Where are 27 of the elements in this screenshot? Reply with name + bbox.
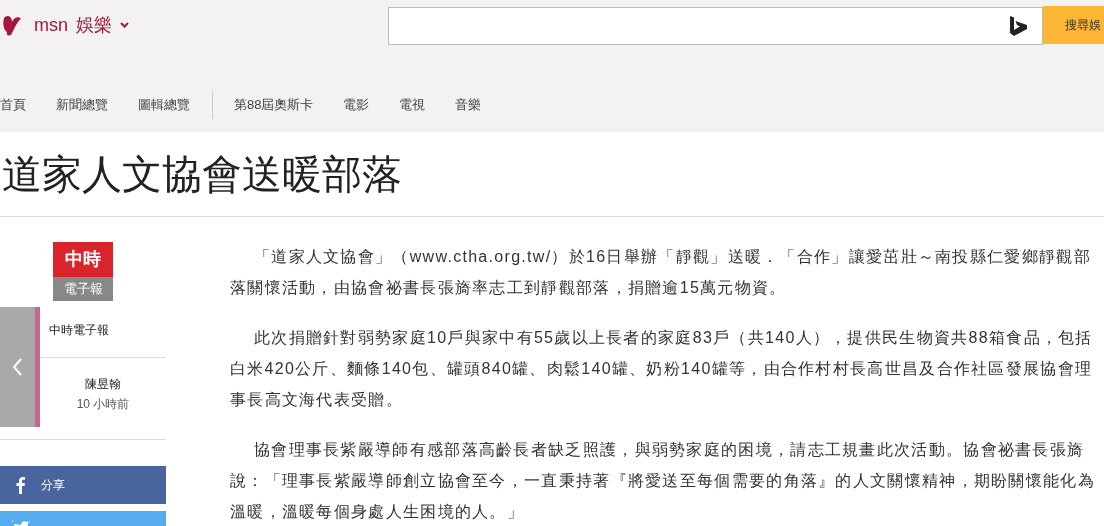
source-name: 中時電子報 [49, 322, 110, 339]
nav-link[interactable]: 首頁 [0, 95, 26, 115]
nav-link[interactable]: 第88屆奧斯卡 [234, 95, 314, 115]
tweet-button[interactable] [0, 511, 166, 526]
butterfly-logo-icon [2, 14, 22, 38]
share-button[interactable]: 分享 [0, 466, 166, 504]
article-paragraph: 此次捐贈針對弱勢家庭10戶與家中有55歲以上長者的家庭83戶（共140人），提供民生物資共88箱食品，包括白米420公斤、麵條140包、罐頭840罐、肉鬆140罐、奶粉140罐等，由合作村村長高世昌及合作社區發展協會理事長高文海代表受贈。 [230, 328, 1094, 410]
author-name: 陳昱翰 [84, 376, 122, 393]
source-logo: 中時 電子報 [53, 242, 113, 301]
nav-link[interactable]: 新聞總覽 [56, 95, 108, 115]
chevron-down-icon [120, 22, 129, 28]
article-paragraph: 協會理事長紫嚴導師有感部落高齡長者缺乏照護，與弱勢家庭的困境，請志工規畫此次活動。協會祕書長張旖說：「理事長紫嚴導師創立協會至今，一直秉持著『將愛送至每個需要的角落』的人文關懷精神，期盼關懷能化為溫暖，溫暖每個身處人生困境的人。」 [230, 440, 1096, 522]
previous-button[interactable] [0, 307, 35, 427]
chevron-left-icon [12, 358, 23, 376]
brand-name: msn [34, 13, 68, 37]
search-field[interactable] [388, 6, 1043, 45]
nav-link[interactable]: 電影 [343, 95, 370, 115]
facebook-icon [16, 476, 25, 494]
bing-icon [1010, 15, 1028, 36]
article-title: 道家人文協會送暖部落 [2, 151, 403, 198]
search-button[interactable]: 搜尋娛 [1043, 6, 1104, 44]
nav-link[interactable]: 電視 [399, 95, 426, 115]
section-dropdown[interactable]: 娛樂 [76, 11, 129, 39]
nav-link[interactable]: 圖輯總覽 [138, 95, 190, 115]
nav-link[interactable]: 音樂 [455, 95, 482, 115]
article-paragraph: 「道家人文協會」（www.ctha.org.tw/）於16日舉辦「靜觀」送暖．「合作」讓愛茁壯～南投縣仁愛鄉靜觀部落關懷活動，由協會祕書長張旖率志工到靜觀部落，捐贈逾15萬元物資。 [230, 247, 1092, 298]
publish-time: 10 小時前 [75, 396, 131, 413]
